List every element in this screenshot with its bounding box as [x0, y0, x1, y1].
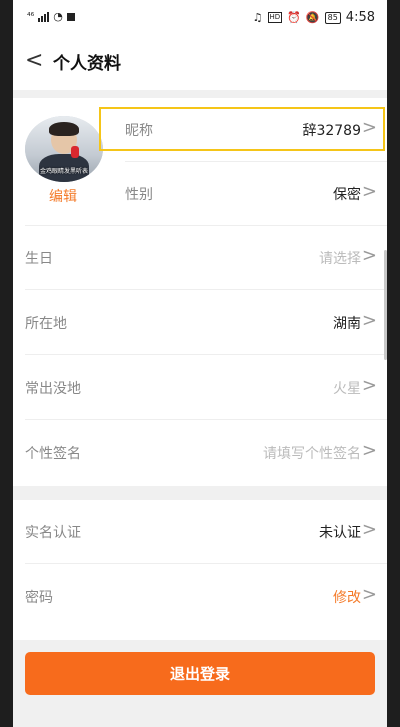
row-value: 湖南 [333, 316, 361, 332]
avatar-hair [49, 122, 79, 136]
row-location[interactable]: 所在地 湖南 > [13, 291, 387, 355]
row-signature[interactable]: 个性签名 请填写个性签名 > [13, 421, 387, 485]
alarm-icon: ⏰ [287, 11, 301, 24]
divider [25, 419, 387, 420]
phone-screen: ⁴⁶ ◔ ♫ HD ⏰ 🔕 85 4:58 < 个人资料 昵称 辞32789 >… [13, 0, 387, 727]
chevron-right-icon: > [361, 375, 377, 396]
status-right: ♫ HD ⏰ 🔕 85 4:58 [253, 10, 375, 25]
chevron-right-icon: > [361, 245, 377, 266]
battery-indicator: 85 [324, 11, 341, 24]
account-section: 实名认证 未认证 > 密码 修改 > [13, 500, 387, 640]
status-left: ⁴⁶ ◔ [27, 10, 75, 23]
avatar[interactable]: 金鸡眼睛发黑听表 [25, 116, 103, 182]
row-value: 火星 [333, 381, 361, 397]
hd-badge: HD [267, 12, 283, 23]
divider [25, 354, 387, 355]
wifi-icon: ◔ [53, 10, 63, 23]
chevron-right-icon: > [361, 584, 377, 605]
row-label: 所在地 [25, 316, 67, 332]
clock: 4:58 [345, 10, 375, 25]
row-value: 请填写个性签名 [263, 446, 361, 462]
status-bar: ⁴⁶ ◔ ♫ HD ⏰ 🔕 85 4:58 [13, 0, 387, 34]
page-header: < 个人资料 [13, 34, 387, 90]
microphone-icon [71, 146, 79, 158]
chevron-right-icon: > [361, 519, 377, 540]
row-value: 修改 [333, 590, 361, 606]
page-title: 个人资料 [53, 54, 121, 74]
network-type: ⁴⁶ [27, 11, 35, 22]
divider [25, 563, 387, 564]
row-label: 密码 [25, 590, 53, 606]
avatar-caption: 金鸡眼睛发黑听表 [39, 168, 88, 175]
chevron-right-icon: > [361, 440, 377, 461]
row-label: 实名认证 [25, 525, 81, 541]
divider [25, 289, 387, 290]
headphone-icon: ♫ [252, 11, 263, 24]
row-haunt[interactable]: 常出没地 火星 > [13, 356, 387, 420]
row-value: 未认证 [319, 525, 361, 541]
mute-icon: 🔕 [305, 11, 320, 24]
row-label: 个性签名 [25, 446, 81, 462]
row-birthday[interactable]: 生日 请选择 > [13, 226, 387, 290]
nickname-highlight-box [99, 107, 385, 151]
row-label: 生日 [25, 251, 53, 267]
signal-icon [38, 11, 50, 22]
chevron-right-icon: > [361, 181, 377, 202]
row-real-name-verify[interactable]: 实名认证 未认证 > [13, 500, 387, 564]
edit-avatar-link[interactable]: 编辑 [49, 186, 77, 206]
row-password[interactable]: 密码 修改 > [13, 565, 387, 629]
row-label: 性别 [125, 187, 153, 203]
back-icon[interactable]: < [25, 48, 43, 74]
notification-icon [66, 12, 75, 21]
row-value: 保密 [333, 187, 361, 203]
logout-button[interactable]: 退出登录 [25, 652, 375, 695]
row-label: 常出没地 [25, 381, 81, 397]
scrollbar[interactable] [384, 250, 387, 360]
chevron-right-icon: > [361, 310, 377, 331]
row-value: 请选择 [319, 251, 361, 267]
